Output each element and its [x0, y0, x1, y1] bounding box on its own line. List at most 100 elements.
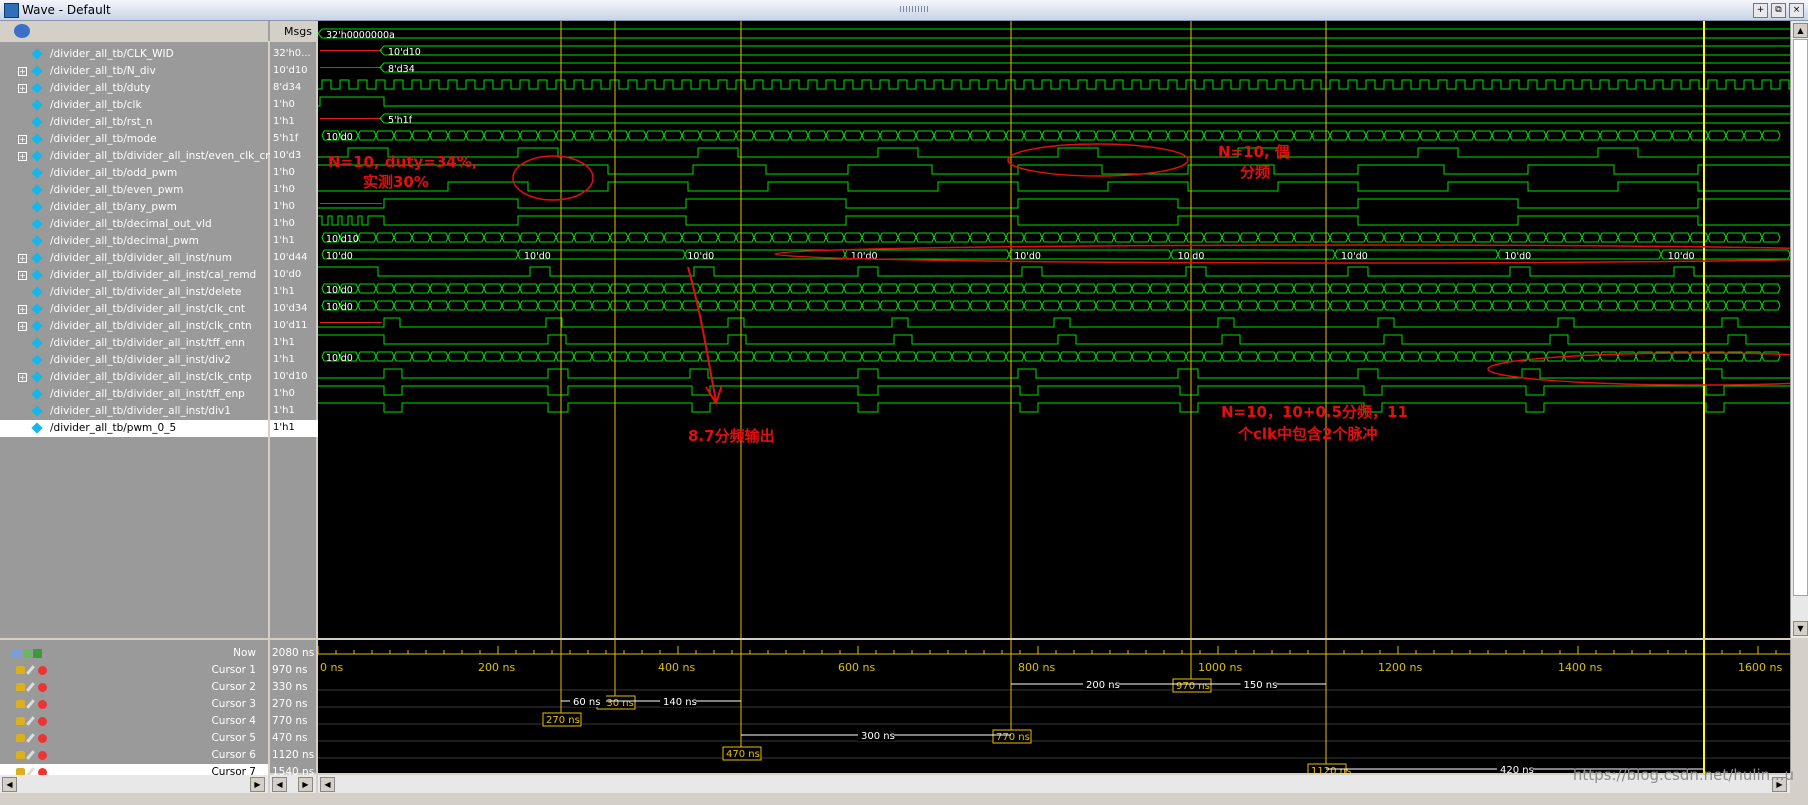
signal-name: /divider_all_tb/divider_all_inst/cal_rem… [50, 269, 257, 281]
signal-row[interactable]: /divider_all_tb/rst_n [0, 114, 268, 131]
cursor-row[interactable]: Cursor 1 [0, 662, 268, 679]
vertical-scrollbar[interactable]: ▲ ▼ [1790, 21, 1808, 638]
signal-value: 1'h1 [273, 352, 319, 369]
edit-icon[interactable] [26, 699, 35, 709]
signal-row[interactable]: /divider_all_tb/decimal_pwm [0, 233, 268, 250]
cursor-tag-label: 970 ns [1176, 681, 1210, 692]
scroll-thumb[interactable] [1793, 39, 1808, 596]
signal-row[interactable]: + /divider_all_tb/divider_all_inst/clk_cn… [0, 318, 268, 335]
waveform-area[interactable]: 32'h0000000a 10'd10 8'd34 5'h1f 10'd0 10'd10 1… [317, 21, 1808, 638]
expand-icon[interactable]: + [18, 373, 27, 382]
lock-icon[interactable] [16, 751, 25, 759]
cursor-row[interactable]: Cursor 6 [0, 747, 268, 764]
signal-row[interactable]: /divider_all_tb/clk [0, 97, 268, 114]
signal-row[interactable]: + /divider_all_tb/duty [0, 80, 268, 97]
signal-row[interactable]: /divider_all_tb/pwm_0_5 [0, 420, 268, 437]
dock-icon[interactable]: + [1753, 3, 1768, 18]
signal-row[interactable]: + /divider_all_tb/divider_all_inst/even_c… [0, 148, 276, 165]
scroll-left-icon[interactable]: ◀ [272, 777, 287, 792]
lock-icon[interactable] [16, 666, 25, 674]
cursor-pane-scrollbar[interactable] [1790, 640, 1808, 773]
signal-row[interactable]: /divider_all_tb/even_pwm [0, 182, 268, 199]
cursor-row[interactable]: Cursor 5 [0, 730, 268, 747]
scroll-up-icon[interactable]: ▲ [1793, 23, 1808, 38]
signal-row[interactable]: /divider_all_tb/divider_all_inst/tff_enp [0, 386, 268, 403]
delete-icon[interactable] [38, 717, 47, 726]
signal-waveform [318, 79, 1790, 90]
time-tick-label: 0 ns [320, 661, 343, 674]
cursor-value-text: 330 ns [272, 681, 308, 693]
signal-row[interactable]: + /divider_all_tb/mode [0, 131, 268, 148]
signal-value-text: 1'h1 [273, 337, 295, 348]
signal-row[interactable]: + /divider_all_tb/divider_all_inst/num [0, 250, 268, 267]
bus-value-label: 10'd0 [326, 251, 353, 262]
expand-icon[interactable]: + [18, 271, 27, 280]
bus-value-label: 10'd0 [524, 251, 551, 262]
expand-icon[interactable]: + [18, 305, 27, 314]
scroll-down-icon[interactable]: ▼ [1793, 621, 1808, 636]
scroll-right-icon[interactable]: ▶ [298, 777, 313, 792]
cursor-row[interactable]: Cursor 3 [0, 696, 268, 713]
drag-grip-icon[interactable] [900, 6, 930, 12]
signal-row[interactable]: /divider_all_tb/divider_all_inst/tff_enn [0, 335, 268, 352]
delete-icon[interactable] [38, 700, 47, 709]
signal-value: 1'h1 [270, 420, 319, 437]
signal-row[interactable]: /divider_all_tb/divider_all_inst/div2 [0, 352, 268, 369]
edit-icon[interactable] [26, 716, 35, 726]
expand-icon[interactable]: + [18, 84, 27, 93]
signal-row[interactable]: + /divider_all_tb/divider_all_inst/clk_cn… [0, 301, 268, 318]
edit-icon[interactable] [26, 733, 35, 743]
expand-icon[interactable]: + [18, 322, 27, 331]
signal-waveform [318, 164, 1790, 175]
expand-icon[interactable]: + [18, 152, 27, 161]
waveform-canvas[interactable]: 32'h0000000a 10'd10 8'd34 5'h1f 10'd0 10'd10 1… [317, 21, 1808, 638]
edit-icon[interactable] [26, 750, 35, 760]
delete-icon[interactable] [38, 751, 47, 760]
expand-icon[interactable]: + [18, 135, 27, 144]
signal-row[interactable]: /divider_all_tb/odd_pwm [0, 165, 268, 182]
bus-waveform [321, 130, 1781, 141]
lock-icon[interactable] [16, 717, 25, 725]
delete-icon[interactable] [38, 666, 47, 675]
name-hscrollbar[interactable]: ◀ ▶ [0, 775, 268, 793]
signal-row[interactable]: + /divider_all_tb/divider_all_inst/cal_re… [0, 267, 268, 284]
edit-icon[interactable] [26, 682, 35, 692]
expand-icon[interactable]: + [18, 254, 27, 263]
cursor-timeline-area[interactable]: 0 ns 200 ns 400 ns 600 ns 800 ns 1000 ns 1200 … [317, 640, 1790, 795]
lock-icon[interactable] [16, 700, 25, 708]
signal-row[interactable]: + /divider_all_tb/divider_all_inst/clk_cn… [0, 369, 268, 386]
signal-row[interactable]: /divider_all_tb/any_pwm [0, 199, 268, 216]
cursor-name: Cursor 2 [211, 681, 256, 693]
signal-row[interactable]: /divider_all_tb/decimal_out_vld [0, 216, 268, 233]
expand-icon[interactable]: + [18, 67, 27, 76]
cursor-row[interactable]: Cursor 4 [0, 713, 268, 730]
signal-diamond-icon [31, 320, 43, 332]
window-title: Wave - Default [22, 3, 111, 17]
signal-row[interactable]: /divider_all_tb/divider_all_inst/div1 [0, 403, 268, 420]
signal-row[interactable]: + /divider_all_tb/N_div [0, 63, 268, 80]
scroll-right-icon[interactable]: ▶ [250, 777, 265, 792]
edit-icon[interactable] [26, 665, 35, 675]
cursor-timeline-canvas[interactable]: 0 ns 200 ns 400 ns 600 ns 800 ns 1000 ns 1200 … [317, 640, 1790, 795]
value-hscrollbar[interactable]: ◀ ▶ [270, 775, 316, 793]
lock-icon[interactable] [16, 683, 25, 691]
signal-value: 10'd11 [273, 318, 319, 335]
delete-icon[interactable] [38, 734, 47, 743]
cursor-row[interactable]: Cursor 2 [0, 679, 268, 696]
signal-row[interactable]: /divider_all_tb/CLK_WID [0, 46, 268, 63]
cursor-delta-label: 60 ns [573, 697, 600, 708]
cursor-delta-label: 140 ns [663, 697, 697, 708]
window-titlebar: Wave - Default + ⧉ × [0, 0, 1808, 21]
signal-row[interactable]: /divider_all_tb/divider_all_inst/delete [0, 284, 268, 301]
scroll-left-icon[interactable]: ◀ [2, 777, 17, 792]
cursor-tools-icon[interactable] [12, 649, 42, 658]
lock-icon[interactable] [16, 734, 25, 742]
close-icon[interactable]: × [1789, 3, 1804, 18]
scroll-left-icon[interactable]: ◀ [320, 777, 335, 792]
delete-icon[interactable] [38, 683, 47, 692]
undock-icon[interactable]: ⧉ [1771, 3, 1786, 18]
wave-tool-icon[interactable] [14, 24, 30, 38]
signal-value: 1'h0 [273, 165, 319, 182]
wave-hscrollbar[interactable]: ◀ ▶ [318, 775, 1790, 793]
signal-value-text: 1'h0 [273, 388, 295, 399]
